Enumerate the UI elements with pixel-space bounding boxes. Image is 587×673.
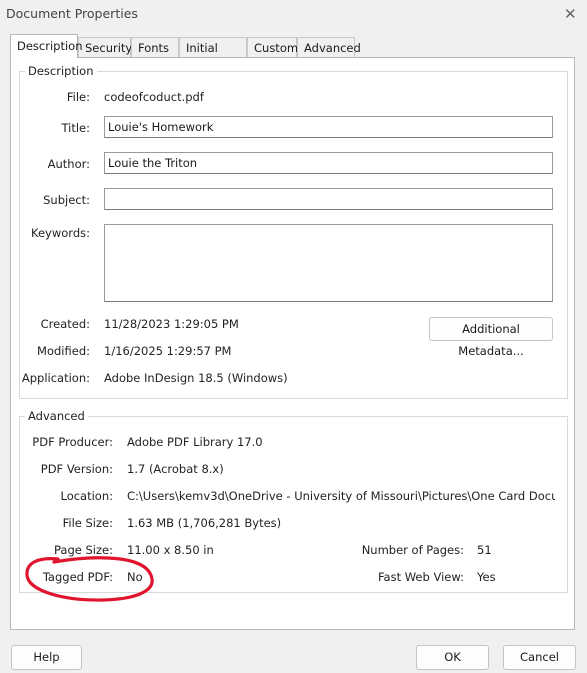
keywords-field[interactable] bbox=[104, 224, 553, 302]
page-size-value: 11.00 x 8.50 in bbox=[127, 543, 214, 557]
tab-advanced[interactable]: Advanced bbox=[297, 37, 361, 57]
pdf-producer-value: Adobe PDF Library 17.0 bbox=[127, 435, 263, 449]
keywords-label: Keywords: bbox=[31, 226, 90, 240]
location-value: C:\Users\kemv3d\OneDrive - University of… bbox=[127, 489, 555, 503]
tab-fonts[interactable]: Fonts bbox=[131, 37, 179, 57]
subject-field[interactable] bbox=[104, 188, 553, 210]
tab-security[interactable]: Security bbox=[78, 37, 132, 57]
window-title: Document Properties bbox=[6, 6, 138, 21]
subject-label: Subject: bbox=[43, 193, 90, 207]
author-label: Author: bbox=[47, 157, 90, 171]
file-label: File: bbox=[66, 90, 90, 104]
pdf-version-label: PDF Version: bbox=[40, 462, 113, 476]
tab-initial-view[interactable]: Initial View bbox=[179, 37, 247, 75]
tagged-pdf-label: Tagged PDF: bbox=[42, 570, 113, 584]
page-size-label: Page Size: bbox=[54, 543, 113, 557]
modified-value: 1/16/2025 1:29:57 PM bbox=[104, 344, 232, 358]
tab-description[interactable]: Description bbox=[10, 34, 83, 58]
cancel-button[interactable]: Cancel bbox=[503, 645, 576, 670]
title-field[interactable]: Louie's Homework bbox=[104, 116, 553, 138]
application-label: Application: bbox=[21, 371, 90, 385]
location-label: Location: bbox=[60, 489, 113, 503]
title-bar: Document Properties ✕ bbox=[0, 0, 587, 30]
number-of-pages-label: Number of Pages: bbox=[361, 543, 464, 557]
advanced-legend: Advanced bbox=[28, 409, 85, 423]
number-of-pages-value: 51 bbox=[477, 543, 492, 557]
title-label: Title: bbox=[61, 121, 90, 135]
file-size-value: 1.63 MB (1,706,281 Bytes) bbox=[127, 516, 282, 530]
file-value: codeofcoduct.pdf bbox=[104, 90, 204, 104]
tab-panel: Description File: codeofcoduct.pdf Title… bbox=[10, 57, 575, 630]
ok-button[interactable]: OK bbox=[416, 645, 489, 670]
modified-label: Modified: bbox=[37, 344, 90, 358]
file-size-label: File Size: bbox=[62, 516, 113, 530]
close-icon[interactable]: ✕ bbox=[564, 5, 577, 23]
pdf-version-value: 1.7 (Acrobat 8.x) bbox=[127, 462, 224, 476]
additional-metadata-button[interactable]: Additional Metadata... bbox=[429, 317, 553, 358]
fast-web-view-label: Fast Web View: bbox=[377, 570, 464, 584]
tagged-pdf-value: No bbox=[127, 570, 143, 584]
created-label: Created: bbox=[40, 317, 90, 331]
tab-custom[interactable]: Custom bbox=[247, 37, 298, 57]
fast-web-view-value: Yes bbox=[477, 570, 496, 584]
pdf-producer-label: PDF Producer: bbox=[32, 435, 113, 449]
application-value: Adobe InDesign 18.5 (Windows) bbox=[104, 371, 288, 385]
created-value: 11/28/2023 1:29:05 PM bbox=[104, 317, 239, 331]
description-legend: Description bbox=[28, 64, 94, 78]
author-field[interactable]: Louie the Triton bbox=[104, 152, 553, 174]
help-button[interactable]: Help bbox=[11, 645, 82, 670]
